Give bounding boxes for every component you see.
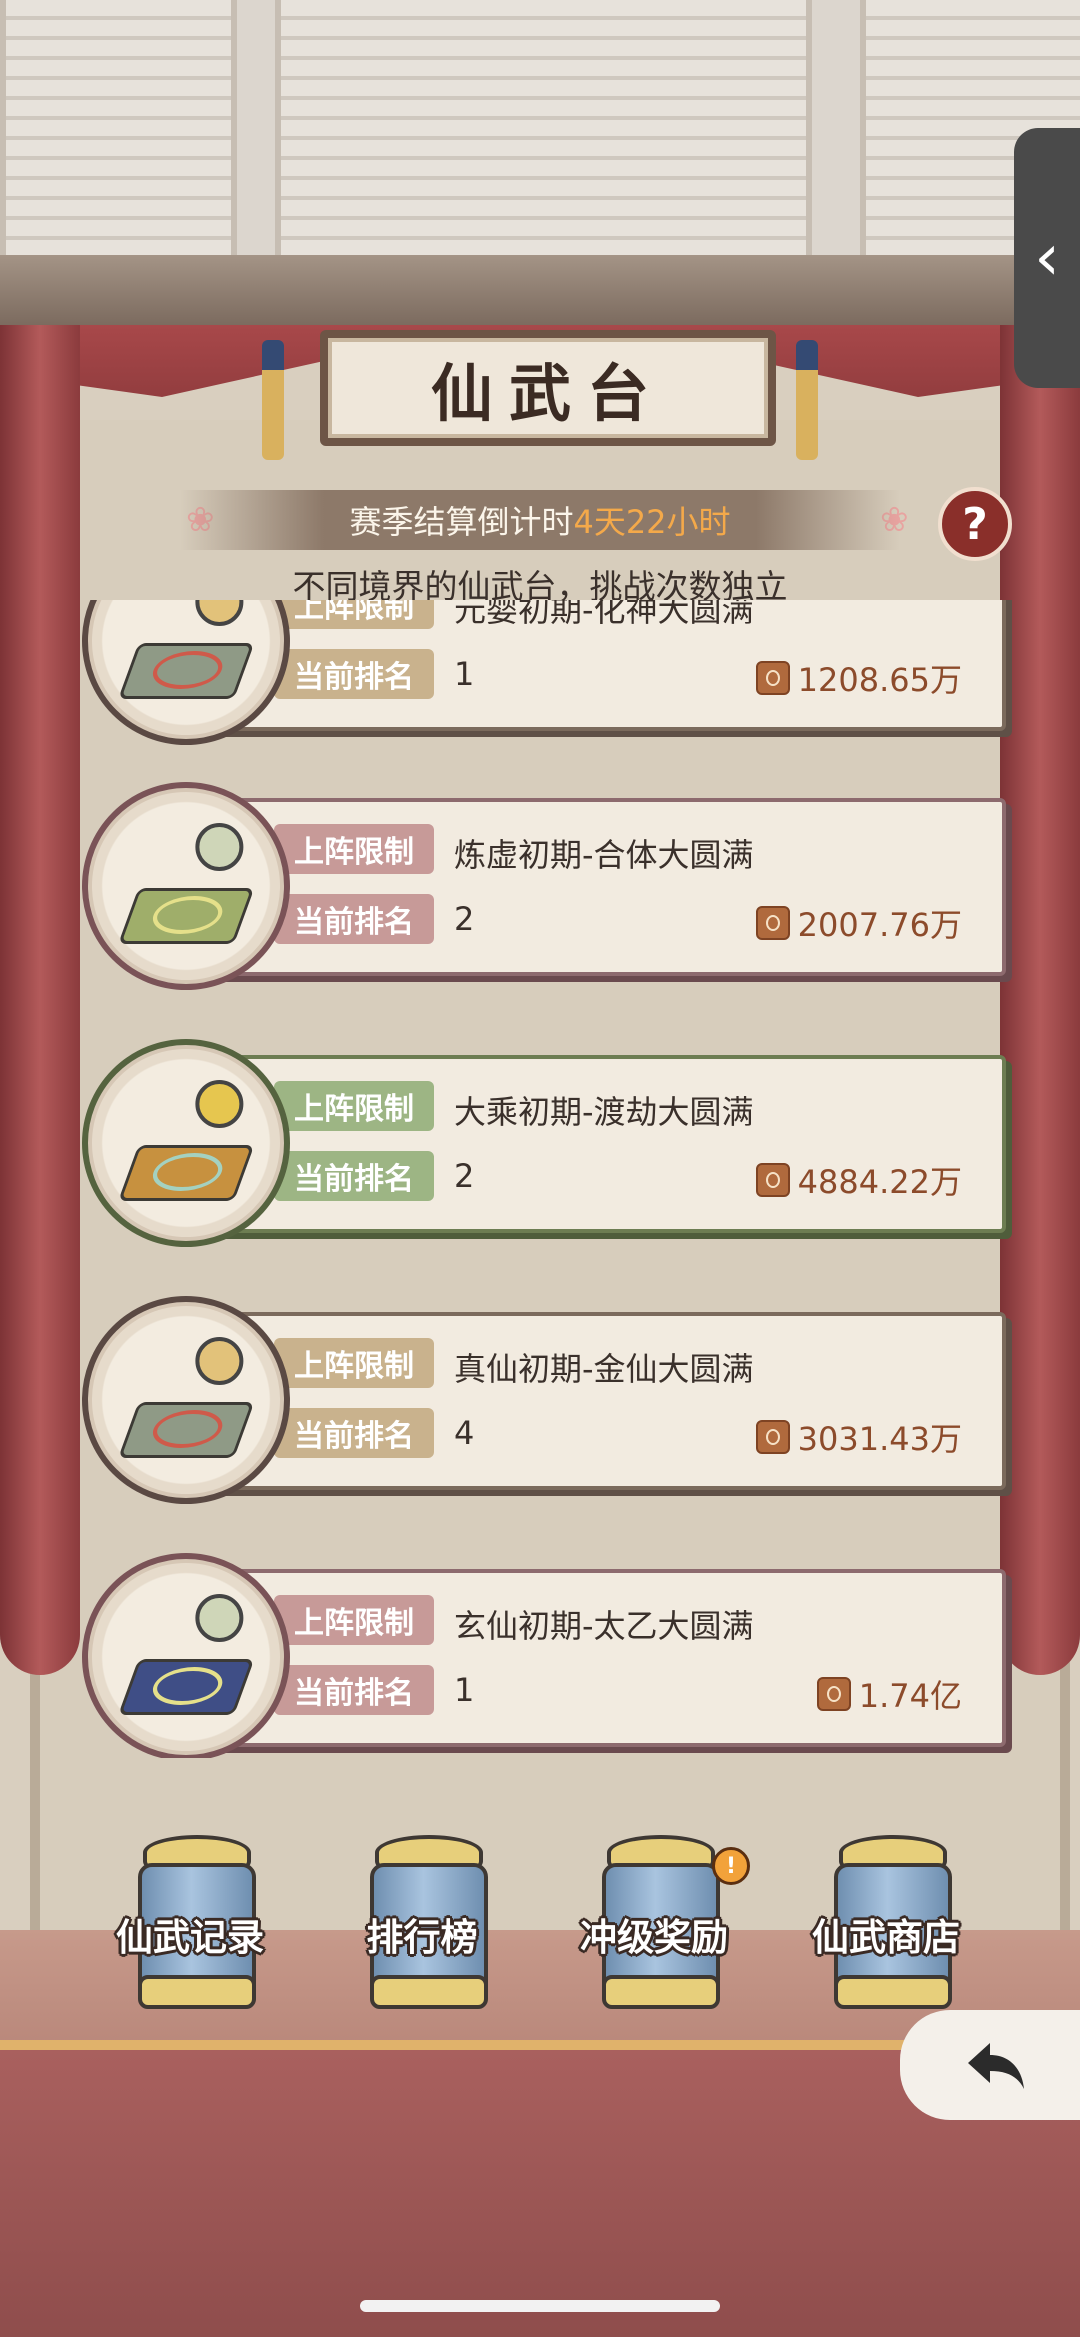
score: 4884.22万	[755, 1157, 962, 1203]
card-panel: 上阵限制 真仙初期-金仙大圆满 当前排名 4 3031.43万	[170, 1312, 1006, 1490]
level-reward-label: 冲级奖励	[580, 1916, 728, 1959]
arena-card[interactable]: 上阵限制 炼虚初期-合体大圆满 当前排名 2 2007.76万	[60, 780, 1020, 990]
shop-label: 仙武商店	[812, 1916, 960, 1959]
score-value: 2007.76万	[797, 906, 962, 944]
score: 2007.76万	[755, 900, 962, 946]
arena-icon	[118, 600, 255, 699]
arena-card[interactable]: 上阵限制 玄仙初期-太乙大圆满 当前排名 1 1.74亿	[60, 1551, 1020, 1758]
record-button[interactable]: 仙武记录	[100, 1825, 280, 2025]
card-panel: 上阵限制 元婴初期-化神大圆满 当前排名 1 1208.65万	[170, 600, 1006, 731]
rank-label: 当前排名	[274, 1151, 434, 1201]
coin-icon	[755, 1163, 790, 1197]
limit-value: 真仙初期-金仙大圆满	[454, 1350, 754, 1388]
score-value: 3031.43万	[797, 1420, 962, 1458]
rank-label: 当前排名	[274, 1408, 434, 1458]
card-panel: 上阵限制 玄仙初期-太乙大圆满 当前排名 1 1.74亿	[170, 1569, 1006, 1747]
page-title: 仙武台	[320, 330, 776, 446]
help-icon: ?	[962, 498, 988, 550]
arena-icon	[118, 1337, 255, 1458]
back-button[interactable]	[900, 2010, 1080, 2120]
level-reward-button[interactable]: ! 冲级奖励	[564, 1825, 750, 2025]
coin-icon	[816, 1677, 851, 1711]
rank-value: 2	[454, 1157, 475, 1195]
home-indicator	[360, 2300, 720, 2312]
coin-icon	[755, 1420, 790, 1454]
limit-value: 大乘初期-渡劫大圆满	[454, 1093, 754, 1131]
arena-icon	[118, 823, 255, 944]
coin-icon	[755, 661, 790, 695]
tassel-right	[796, 340, 818, 460]
tassel-left	[262, 340, 284, 460]
leaderboard-label: 排行榜	[366, 1916, 478, 1959]
arena-card[interactable]: 上阵限制 大乘初期-渡劫大圆满 当前排名 2 4884.22万	[60, 1037, 1020, 1247]
back-arrow-icon	[968, 2043, 1024, 2089]
side-tab-button[interactable]: ‹	[1014, 128, 1080, 388]
leaderboard-button[interactable]: 排行榜	[332, 1825, 512, 2025]
score-value: 1208.65万	[797, 661, 962, 699]
arena-medallion	[82, 1039, 290, 1247]
card-panel: 上阵限制 炼虚初期-合体大圆满 当前排名 2 2007.76万	[170, 798, 1006, 976]
card-panel: 上阵限制 大乘初期-渡劫大圆满 当前排名 2 4884.22万	[170, 1055, 1006, 1233]
arena-medallion	[82, 1296, 290, 1504]
rank-value: 2	[454, 900, 475, 938]
limit-label: 上阵限制	[274, 824, 434, 874]
window-shutters	[0, 0, 1080, 280]
season-timer: 赛季结算倒计时 4天22小时	[180, 490, 900, 550]
limit-value: 玄仙初期-太乙大圆满	[454, 1607, 754, 1645]
arena-medallion	[82, 1553, 290, 1758]
shutter-panel	[0, 0, 237, 255]
rank-value: 4	[454, 1414, 475, 1452]
rank-value: 1	[454, 655, 475, 693]
arena-icon	[118, 1594, 255, 1715]
timer-label: 赛季结算倒计时	[349, 503, 574, 541]
shop-button[interactable]: 仙武商店	[796, 1825, 976, 2025]
limit-label: 上阵限制	[274, 1081, 434, 1131]
record-label: 仙武记录	[116, 1916, 264, 1959]
rank-label: 当前排名	[274, 894, 434, 944]
roof-beam	[0, 255, 1080, 331]
score: 1208.65万	[755, 655, 962, 701]
arena-card[interactable]: 上阵限制 元婴初期-化神大圆满 当前排名 1 1208.65万	[60, 600, 1020, 745]
timer-value: 4天22小时	[573, 503, 731, 541]
score-value: 1.74亿	[858, 1677, 962, 1715]
arena-card[interactable]: 上阵限制 真仙初期-金仙大圆满 当前排名 4 3031.43万	[60, 1294, 1020, 1504]
help-button[interactable]: ?	[938, 487, 1012, 561]
limit-value: 元婴初期-化神大圆满	[454, 600, 754, 629]
arena-icon	[118, 1080, 255, 1201]
coin-icon	[755, 906, 790, 940]
chevron-left-icon: ‹	[1034, 221, 1060, 295]
rank-label: 当前排名	[274, 649, 434, 699]
score-value: 4884.22万	[797, 1163, 962, 1201]
rank-value: 1	[454, 1671, 475, 1709]
limit-label: 上阵限制	[274, 600, 434, 629]
alert-icon: !	[712, 1847, 750, 1885]
limit-value: 炼虚初期-合体大圆满	[454, 836, 754, 874]
limit-label: 上阵限制	[274, 1595, 434, 1645]
rank-label: 当前排名	[274, 1665, 434, 1715]
score: 3031.43万	[755, 1414, 962, 1460]
score: 1.74亿	[816, 1671, 962, 1717]
shutter-panel	[275, 0, 812, 255]
arena-medallion	[82, 782, 290, 990]
limit-label: 上阵限制	[274, 1338, 434, 1388]
arena-list[interactable]: 上阵限制 元婴初期-化神大圆满 当前排名 1 1208.65万 上阵限制 炼虚初…	[60, 600, 1020, 1758]
